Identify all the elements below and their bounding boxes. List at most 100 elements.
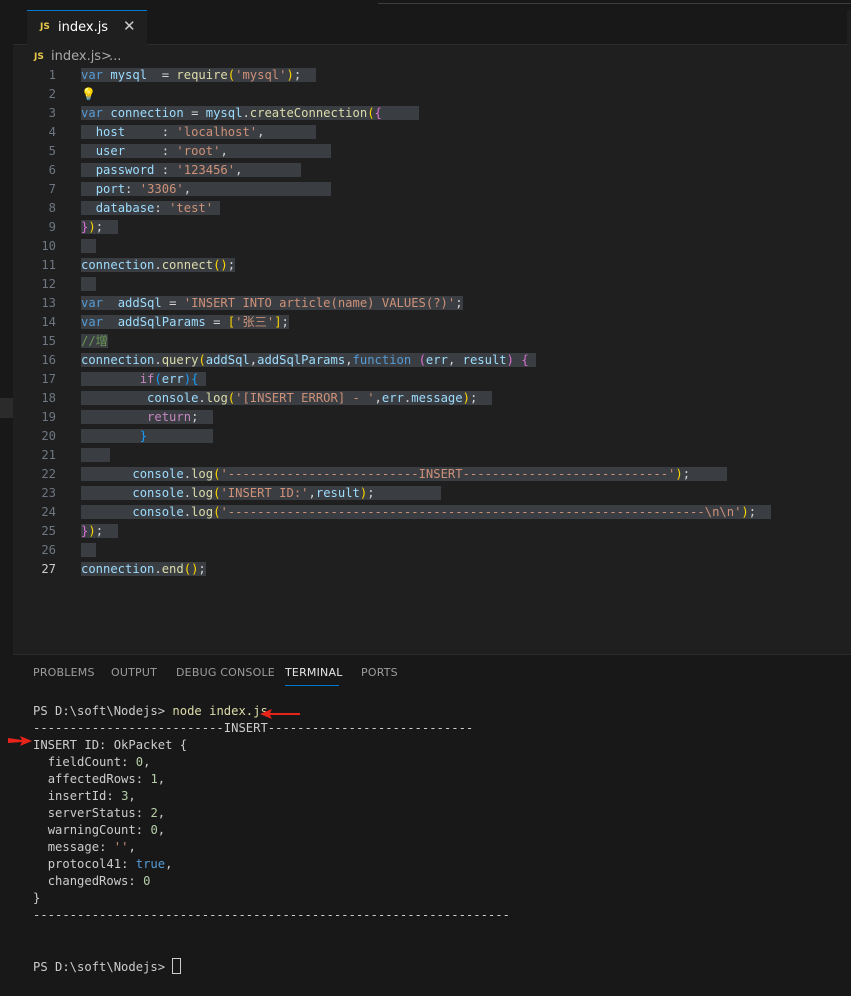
terminal-end-line: ----------------------------------------… [33,908,510,922]
code-token: function [352,353,412,367]
code-line[interactable]: 27 connection.end(); [13,560,851,579]
line-number: 11 [41,258,56,272]
tab-ports[interactable]: PORTS [361,666,398,679]
code-token: log [205,391,228,405]
breadcrumb-file[interactable]: index.js [51,49,101,64]
code-line[interactable]: 23 console.log('INSERT ID:',result); [13,484,851,503]
tab-problems[interactable]: PROBLEMS [33,666,95,679]
code-line[interactable]: 11 connection.connect(); [13,256,851,275]
code-token: } [139,429,148,443]
code-token: ; [281,315,289,329]
code-content: port: '3306', [81,180,331,199]
terminal-prompt: PS D:\soft\Nodejs> [33,960,173,974]
code-token: var [81,106,104,120]
field-key: message [47,840,100,854]
code-token: () [213,258,228,272]
code-token: . [183,486,192,500]
annotation-arrow-icon [260,709,300,719]
code-token: ; [191,410,214,424]
code-content: connection.query(addSql,addSqlParams,fun… [81,351,537,370]
code-token: ) [88,220,96,234]
activity-bar-marker[interactable] [0,398,13,418]
code-line[interactable]: 9}); [13,218,851,237]
line-number: 8 [48,201,56,215]
code-token: , [257,125,316,139]
code-token: log [191,486,214,500]
code-token [81,410,148,424]
code-line[interactable]: 24 console.log('------------------------… [13,503,851,522]
active-tab-indicator [285,685,339,686]
code-token [147,429,214,443]
code-line[interactable]: 12 [13,275,851,294]
bottom-panel: PROBLEMS OUTPUT DEBUG CONSOLE TERMINAL P… [13,654,851,996]
code-content: connection.end(); [81,560,206,579]
code-token: connect [161,258,214,272]
code-line[interactable]: 8 database: 'test' [13,199,851,218]
code-token [81,505,133,519]
tab-index-js[interactable]: JS index.js ✕ [27,10,147,45]
code-token [103,315,118,329]
code-line[interactable]: 14 var addSqlParams = ['张三']; [13,313,851,332]
code-token: = [147,68,177,82]
code-line[interactable]: 6 password : '123456', [13,161,851,180]
code-line[interactable]: 5 user : 'root', [13,142,851,161]
code-token: port [95,182,126,196]
code-line[interactable]: 10 [13,237,851,256]
terminal-cursor [172,958,182,974]
field-value: 0 [135,755,144,769]
line-number: 21 [41,448,56,462]
code-line[interactable]: 19 return; [13,408,851,427]
code-token: , [220,144,331,158]
code-line[interactable]: 25}); [13,522,851,541]
lightbulb-icon[interactable]: 💡 [81,85,96,104]
code-line[interactable]: 22 console.log('------------------------… [13,465,851,484]
tab-output[interactable]: OUTPUT [111,666,157,679]
code-token: ) [88,524,96,538]
code-content: var connection = mysql.createConnection(… [81,104,419,123]
code-line[interactable]: 17 if(err){ [13,370,851,389]
code-token: = [183,106,206,120]
field-value: 0 [143,874,151,888]
line-number: 24 [41,505,56,519]
terminal-output[interactable]: PS D:\soft\Nodejs> node index.js -------… [33,703,510,976]
terminal-result-head: INSERT ID: OkPacket { [33,738,188,752]
code-line[interactable]: 20 } [13,427,851,446]
code-token: : [154,163,177,177]
breadcrumb: JS index.js > ... [13,46,851,68]
code-line[interactable]: 21 [13,446,851,465]
close-icon[interactable]: ✕ [123,17,136,35]
code-line[interactable]: 16 connection.query(addSql,addSqlParams,f… [13,351,851,370]
code-line[interactable]: 1 var mysql = require('mysql'); [13,66,851,85]
line-number: 27 [41,562,56,576]
line-number: 18 [41,391,56,405]
code-line[interactable]: 2 💡 [13,85,851,104]
code-line[interactable]: 4 host : 'localhost', [13,123,851,142]
field-key: fieldCount [47,755,122,769]
code-token: ) [675,467,683,481]
code-line[interactable]: 18 console.log('[INSERT ERROR] - ',err.m… [13,389,851,408]
tab-terminal[interactable]: TERMINAL [285,666,343,679]
line-number: 13 [41,296,56,310]
code-line[interactable]: 26 [13,541,851,560]
breadcrumb-more[interactable]: ... [109,49,121,64]
code-token: { [374,106,382,120]
code-line[interactable]: 13 var addSql = 'INSERT INTO article(name… [13,294,851,313]
line-number: 5 [48,144,56,158]
code-line[interactable]: 7 port: '3306', [13,180,851,199]
code-token [81,372,140,386]
window-top-strip [0,0,851,10]
code-line[interactable]: 3 var connection = mysql.createConnection… [13,104,851,123]
line-number: 7 [48,182,56,196]
code-editor[interactable]: 1 var mysql = require('mysql'); 2 💡 3 var co… [13,66,851,654]
code-token: mysql [205,106,243,120]
code-token: console [132,486,184,500]
code-token: ) [506,353,514,367]
code-token: '[INSERT ERROR] - ' [235,391,375,405]
code-line[interactable]: 15 //增 [13,332,851,351]
code-content: password : '123456', [81,161,302,180]
code-token: ; [95,220,118,234]
code-token: ( [418,353,426,367]
tab-debug-console[interactable]: DEBUG CONSOLE [176,666,275,679]
field-key: serverStatus [47,806,136,820]
code-token: 'root' [176,144,221,158]
